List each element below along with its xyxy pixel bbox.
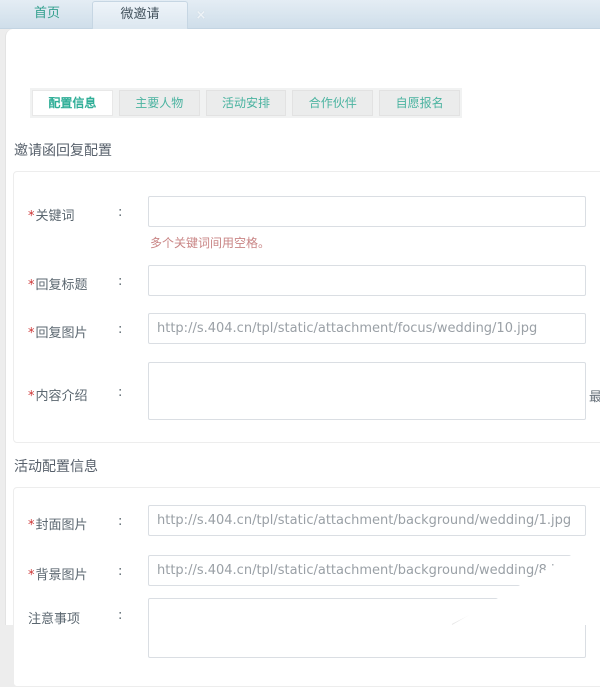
tab-activity-schedule[interactable]: 活动安排 (206, 90, 287, 116)
reply-title-label: *回复标题 (28, 274, 116, 293)
tab-voluntary-signup[interactable]: 自愿报名 (379, 90, 460, 116)
required-mark: * (28, 389, 35, 404)
clipped-text: 最 (589, 386, 600, 405)
keyword-input[interactable] (148, 196, 586, 227)
keyword-hint: 多个关键词间用空格。 (150, 234, 270, 251)
colon: : (118, 514, 122, 529)
required-mark: * (28, 278, 35, 293)
required-mark: * (28, 518, 35, 533)
colon: : (118, 322, 122, 337)
keyword-label: *关键词 (28, 205, 116, 224)
reply-image-url-input[interactable] (148, 313, 586, 344)
colon: : (118, 205, 122, 220)
window-tab-label: 微邀请 (120, 7, 159, 22)
notes-label: 注意事项 (28, 608, 116, 627)
tab-config-info[interactable]: 配置信息 (32, 90, 113, 116)
required-mark: * (28, 326, 35, 341)
window-tab-home[interactable]: 首页 (6, 0, 88, 28)
background-image-label: *背景图片 (28, 564, 116, 583)
cover-image-url-input[interactable] (148, 505, 586, 536)
content-intro-label: *内容介绍 (28, 385, 116, 404)
reply-image-label: *回复图片 (28, 322, 116, 341)
required-mark: * (28, 568, 35, 583)
required-mark: * (28, 209, 35, 224)
colon: : (118, 564, 122, 579)
colon: : (118, 608, 122, 623)
content-intro-textarea[interactable] (148, 362, 586, 420)
cover-image-label: *封面图片 (28, 514, 116, 533)
section-tab-bar: 配置信息 主要人物 活动安排 合作伙伴 自愿报名 (30, 88, 462, 118)
close-icon[interactable]: × (193, 8, 209, 24)
background-image-url-input[interactable] (148, 555, 586, 586)
section-title-activity-config: 活动配置信息 (14, 456, 98, 476)
tab-main-people[interactable]: 主要人物 (119, 90, 200, 116)
reply-title-input[interactable] (148, 265, 586, 296)
section-title-reply-config: 邀请函回复配置 (14, 140, 112, 160)
tab-partners[interactable]: 合作伙伴 (292, 90, 373, 116)
window-tab-weiyaoqing[interactable]: 微邀请 × (92, 1, 188, 29)
window-tab-bar: 首页 微邀请 × (0, 0, 600, 29)
colon: : (118, 274, 122, 289)
colon: : (118, 385, 122, 400)
